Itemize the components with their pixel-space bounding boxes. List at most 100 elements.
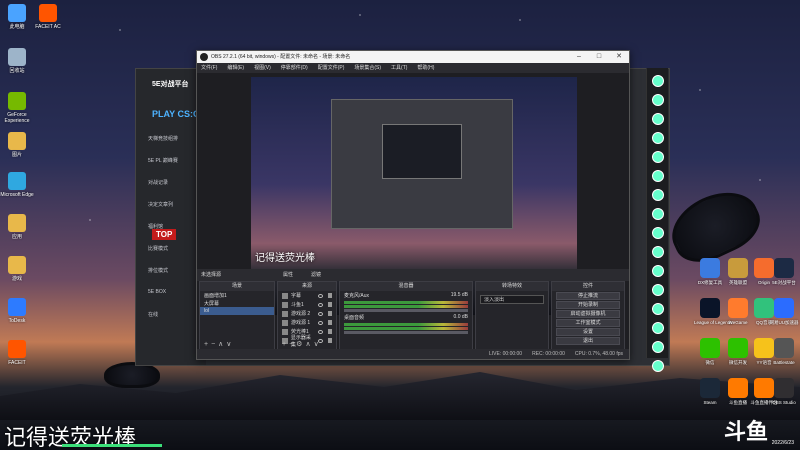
obs-app-icon (200, 53, 208, 61)
dock-app-icon[interactable] (651, 113, 664, 125)
folder-icon (8, 256, 26, 274)
visibility-eye-icon[interactable] (318, 293, 323, 298)
dock-app-icon[interactable] (651, 208, 664, 220)
dock-app-icon[interactable] (651, 189, 664, 201)
filters-button[interactable]: 滤镜 (311, 269, 321, 281)
visibility-eye-icon[interactable] (318, 329, 323, 334)
scenes-controls[interactable]: +−∧∨ (204, 340, 234, 348)
dock-app-icon[interactable] (651, 303, 664, 315)
desktop-icon-1[interactable]: 回收站 (0, 48, 34, 74)
control-button[interactable]: 退出 (556, 337, 620, 345)
5e-menu-item[interactable]: 天梯竞技组排 (148, 135, 178, 142)
desktop-icon-0[interactable]: 此电脑 (0, 4, 34, 30)
control-button[interactable]: 工作室模式 (556, 319, 620, 327)
desktop-icon-right-11[interactable]: Battlestate (768, 338, 800, 365)
dock-app-icon[interactable] (651, 246, 664, 258)
lock-icon[interactable] (328, 302, 332, 307)
desktop-icon-4[interactable]: Microsoft Edge (0, 172, 34, 198)
dock-app-icon[interactable] (651, 94, 664, 106)
menu-item[interactable]: 视图(V) (254, 63, 271, 73)
menu-item[interactable]: 文件(F) (201, 63, 217, 73)
desktop-icon-right-3[interactable]: 5E对战平台 (768, 258, 800, 285)
dock-app-icon[interactable] (651, 360, 664, 372)
5e-menu-item[interactable]: 在线 (148, 311, 158, 318)
5e-menu-item[interactable]: 排位模式 (148, 267, 168, 274)
faceit-icon (8, 340, 26, 358)
mixer-track-name: 桌面音频 (344, 315, 365, 321)
dock-app-icon[interactable] (651, 151, 664, 163)
lock-icon[interactable] (328, 338, 332, 343)
minimize-button[interactable]: – (569, 51, 589, 63)
dock-app-icon[interactable] (651, 265, 664, 277)
image-folder-icon (8, 132, 26, 150)
visibility-eye-icon[interactable] (318, 311, 323, 316)
mixer-track-header: 麦克风/Aux 19.5 dB (340, 291, 472, 300)
dock-app-icon[interactable] (651, 227, 664, 239)
lock-icon[interactable] (328, 329, 332, 334)
lock-icon[interactable] (328, 311, 332, 316)
mixer-track-header: 桌面音频 0.0 dB (340, 313, 472, 322)
dock-app-icon[interactable] (651, 170, 664, 182)
visibility-eye-icon[interactable] (318, 302, 323, 307)
source-item[interactable]: 斗鱼1 (278, 300, 336, 309)
properties-button[interactable]: 属性 (283, 269, 293, 281)
visibility-eye-icon[interactable] (318, 320, 323, 325)
desktop-icon-6[interactable]: 游戏 (0, 256, 34, 282)
menu-item[interactable]: 编辑(E) (227, 63, 244, 73)
menu-item[interactable]: 场景集合(S) (354, 63, 381, 73)
menu-item[interactable]: 工具(T) (391, 63, 407, 73)
volume-slider[interactable] (344, 331, 468, 334)
5e-menu-item[interactable]: 比赛模式 (148, 245, 168, 252)
obs-window[interactable]: OBS 27.2.1 (64 bit, windows) - 配置文件: 未命名… (196, 50, 630, 360)
dock-app-icon[interactable] (651, 341, 664, 353)
desktop-icon-faceit-ac[interactable]: FACEIT AC (31, 4, 65, 30)
source-item[interactable]: 字幕 (278, 291, 336, 300)
menu-item[interactable]: 停靠部件(D) (281, 63, 308, 73)
control-button[interactable]: 开始录制 (556, 301, 620, 309)
desktop-icon-5[interactable]: 应用 (0, 214, 34, 240)
lock-icon[interactable] (328, 293, 332, 298)
desktop-icon-right-7[interactable]: 网易UU加速器 (768, 298, 800, 325)
desktop-icon-label: GeForce Experience (4, 112, 30, 124)
5e-menu-item[interactable]: 决定文章列 (148, 201, 173, 208)
control-button[interactable]: 停止推流 (556, 292, 620, 300)
dock-app-icon[interactable] (651, 75, 664, 87)
source-item[interactable]: 游戏源 2 (278, 309, 336, 318)
obs-docks: 场景 画面增加1 大屏幕 lol +−∧∨ 来源 字幕 斗鱼1 游戏源 2 游戏源 1 荧光… (197, 281, 629, 351)
desktop-icon-3[interactable]: 图片 (0, 132, 34, 158)
transition-select[interactable]: 淡入淡出 (480, 295, 544, 304)
desktop-icon-label: OBS Studio (772, 400, 796, 405)
control-button[interactable]: 启动虚拟摄像机 (556, 310, 620, 318)
desktop-icon-8[interactable]: FACEIT (0, 340, 34, 366)
close-button[interactable]: ✕ (609, 51, 629, 63)
mixer-panel: 混音器 麦克风/Aux 19.5 dB 桌面音频 0.0 dB (339, 281, 473, 351)
5e-menu-item[interactable]: 5E PL 巅峰赛 (148, 157, 178, 164)
control-button[interactable]: 设置 (556, 328, 620, 336)
wechat-icon (700, 338, 720, 358)
dock-app-icon[interactable] (651, 132, 664, 144)
dock-app-icon[interactable] (651, 284, 664, 296)
5e-menu-item[interactable]: 5E BOX (148, 289, 166, 295)
sources-controls[interactable]: +−⚙∧∨ (282, 340, 322, 348)
scene-item[interactable]: lol (200, 307, 274, 315)
desktop-icon-right-15[interactable]: OBS Studio (768, 378, 800, 405)
mixer-panel-title: 混音器 (340, 282, 472, 291)
lock-icon[interactable] (328, 320, 332, 325)
maximize-button[interactable]: □ (589, 51, 609, 63)
desktop-icon-7[interactable]: ToDesk (0, 298, 34, 324)
5e-menu-item[interactable]: 对战记录 (148, 179, 168, 186)
menu-item[interactable]: 配置文件(P) (318, 63, 345, 73)
battlestate-icon (774, 338, 794, 358)
dock-app-icon[interactable] (651, 322, 664, 334)
vertical-app-dock[interactable] (646, 68, 668, 372)
desktop-icon-2[interactable]: GeForce Experience (0, 92, 34, 124)
obs-icon (774, 378, 794, 398)
volume-slider[interactable] (344, 309, 468, 312)
nested-preview-inner (382, 124, 462, 179)
scene-item[interactable]: 画面增加1 (200, 291, 274, 299)
menu-item[interactable]: 帮助(H) (417, 63, 434, 73)
obs-titlebar[interactable]: OBS 27.2.1 (64 bit, windows) - 配置文件: 未命名… (197, 51, 629, 63)
source-item[interactable]: 游戏源 1 (278, 318, 336, 327)
scene-item[interactable]: 大屏幕 (200, 299, 274, 307)
source-name: 斗鱼1 (291, 302, 304, 308)
